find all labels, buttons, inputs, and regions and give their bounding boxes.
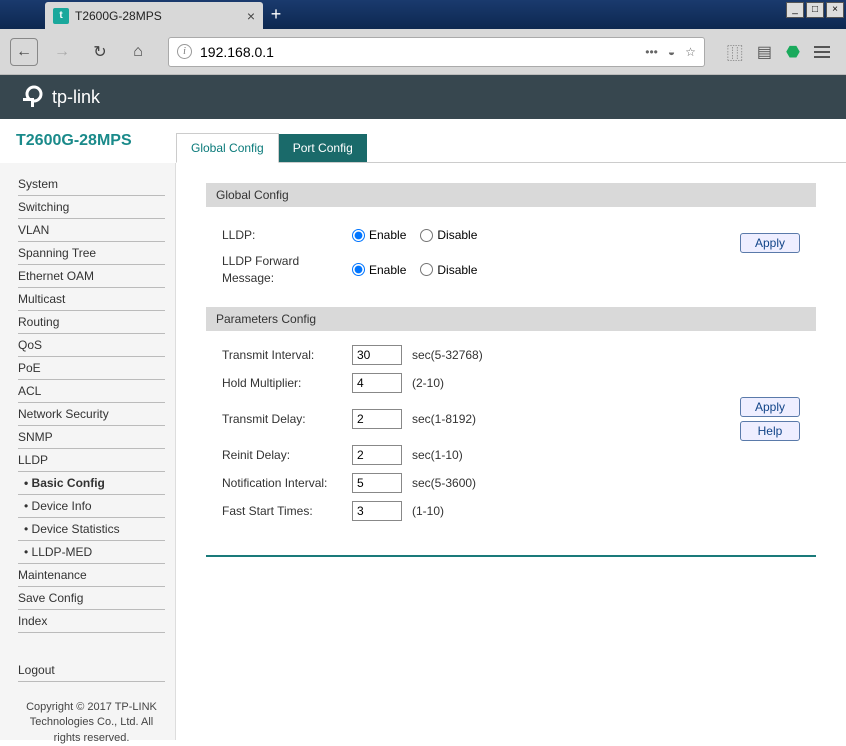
maximize-icon[interactable]: □ (806, 2, 824, 18)
sidebar-item-network-security[interactable]: Network Security (18, 403, 165, 426)
sidebar-item-qos[interactable]: QoS (18, 334, 165, 357)
sidebar-sub-device-statistics[interactable]: Device Statistics (18, 518, 165, 541)
back-button[interactable]: ← (10, 38, 38, 66)
more-icon[interactable]: ••• (645, 45, 658, 59)
sidebar-icon[interactable]: ▤ (757, 42, 772, 62)
reinit-delay-input[interactable] (352, 445, 402, 465)
sidebar-item-spanning-tree[interactable]: Spanning Tree (18, 242, 165, 265)
url-input[interactable] (200, 44, 645, 60)
window-controls: _ □ × (784, 2, 844, 18)
transmit-interval-hint: sec(5-32768) (412, 348, 483, 362)
library-icon[interactable]: ⿲ (727, 40, 743, 64)
hold-multiplier-hint: (2-10) (412, 376, 444, 390)
content-tabs: Global Config Port Config (176, 119, 846, 163)
reload-button[interactable]: ↻ (86, 38, 114, 66)
fast-start-times-input[interactable] (352, 501, 402, 521)
section-global-config-title: Global Config (206, 183, 816, 207)
section-params-title: Parameters Config (206, 307, 816, 331)
new-tab-button[interactable]: + (263, 0, 289, 29)
device-model: T2600G-28MPS (0, 132, 176, 150)
app-header: tp-link (0, 75, 846, 119)
fast-start-times-label: Fast Start Times: (222, 504, 352, 518)
browser-tab[interactable]: t T2600G-28MPS × (45, 2, 263, 29)
sidebar-item-save-config[interactable]: Save Config (18, 587, 165, 610)
content-area: Global Config LLDP: Enable Disable Apply… (176, 163, 846, 740)
bookmark-star-icon[interactable]: ☆ (685, 45, 696, 59)
sidebar-item-system[interactable]: System (18, 173, 165, 196)
transmit-interval-label: Transmit Interval: (222, 348, 352, 362)
sidebar-item-poe[interactable]: PoE (18, 357, 165, 380)
sidebar-item-switching[interactable]: Switching (18, 196, 165, 219)
tab-global-config[interactable]: Global Config (176, 133, 279, 163)
sidebar-item-routing[interactable]: Routing (18, 311, 165, 334)
transmit-delay-hint: sec(1-8192) (412, 412, 476, 426)
shield-icon[interactable]: ⬣ (786, 42, 800, 62)
sidebar-item-index[interactable]: Index (18, 610, 165, 633)
brand-logo: tp-link (20, 83, 100, 111)
transmit-interval-input[interactable] (352, 345, 402, 365)
sidebar-sub-device-info[interactable]: Device Info (18, 495, 165, 518)
close-icon[interactable]: × (826, 2, 844, 18)
url-bar[interactable]: i ••• ◒ ☆ (168, 37, 705, 67)
info-icon[interactable]: i (177, 44, 192, 59)
forward-button[interactable]: → (48, 38, 76, 66)
lldp-disable-radio[interactable]: Disable (420, 228, 477, 242)
forward-disable-radio[interactable]: Disable (420, 263, 477, 277)
sidebar-item-maintenance[interactable]: Maintenance (18, 564, 165, 587)
sidebar-item-lldp[interactable]: LLDP (18, 449, 165, 472)
brand-text: tp-link (52, 87, 100, 108)
reinit-delay-label: Reinit Delay: (222, 448, 352, 462)
fast-start-times-hint: (1-10) (412, 504, 444, 518)
home-button[interactable]: ⌂ (124, 38, 152, 66)
sidebar-item-snmp[interactable]: SNMP (18, 426, 165, 449)
menu-icon[interactable] (814, 46, 830, 58)
notification-interval-input[interactable] (352, 473, 402, 493)
forward-enable-radio[interactable]: Enable (352, 263, 406, 277)
tab-close-icon[interactable]: × (247, 8, 255, 24)
tab-port-config[interactable]: Port Config (279, 134, 367, 162)
lldp-label: LLDP: (222, 228, 352, 242)
notification-interval-label: Notification Interval: (222, 476, 352, 490)
params-help-button[interactable]: Help (740, 421, 800, 441)
browser-toolbar: ← → ↻ ⌂ i ••• ◒ ☆ ⿲ ▤ ⬣ (0, 29, 846, 75)
global-apply-button[interactable]: Apply (740, 233, 800, 253)
favicon: t (53, 8, 69, 24)
tab-title: T2600G-28MPS (75, 9, 162, 23)
sidebar-item-vlan[interactable]: VLAN (18, 219, 165, 242)
params-apply-button[interactable]: Apply (740, 397, 800, 417)
hold-multiplier-label: Hold Multiplier: (222, 376, 352, 390)
sidebar-item-ethernet-oam[interactable]: Ethernet OAM (18, 265, 165, 288)
lldp-forward-label: LLDP Forward Message: (222, 253, 352, 287)
transmit-delay-label: Transmit Delay: (222, 412, 352, 426)
minimize-icon[interactable]: _ (786, 2, 804, 18)
reinit-delay-hint: sec(1-10) (412, 448, 463, 462)
copyright-text: Copyright © 2017 TP-LINK Technologies Co… (18, 700, 165, 746)
transmit-delay-input[interactable] (352, 409, 402, 429)
top-nav: T2600G-28MPS Global Config Port Config (0, 119, 846, 163)
sidebar-sub-lldp-med[interactable]: LLDP-MED (18, 541, 165, 564)
sidebar: System Switching VLAN Spanning Tree Ethe… (0, 163, 176, 740)
sidebar-sub-basic-config[interactable]: Basic Config (18, 472, 165, 495)
lldp-enable-radio[interactable]: Enable (352, 228, 406, 242)
logo-icon (20, 83, 48, 111)
sidebar-item-multicast[interactable]: Multicast (18, 288, 165, 311)
sidebar-item-logout[interactable]: Logout (18, 659, 165, 682)
notification-interval-hint: sec(5-3600) (412, 476, 476, 490)
section-divider (206, 555, 816, 557)
sidebar-item-acl[interactable]: ACL (18, 380, 165, 403)
shield-badge-icon[interactable]: ◒ (668, 45, 675, 59)
browser-titlebar: t T2600G-28MPS × + _ □ × (0, 0, 846, 29)
hold-multiplier-input[interactable] (352, 373, 402, 393)
